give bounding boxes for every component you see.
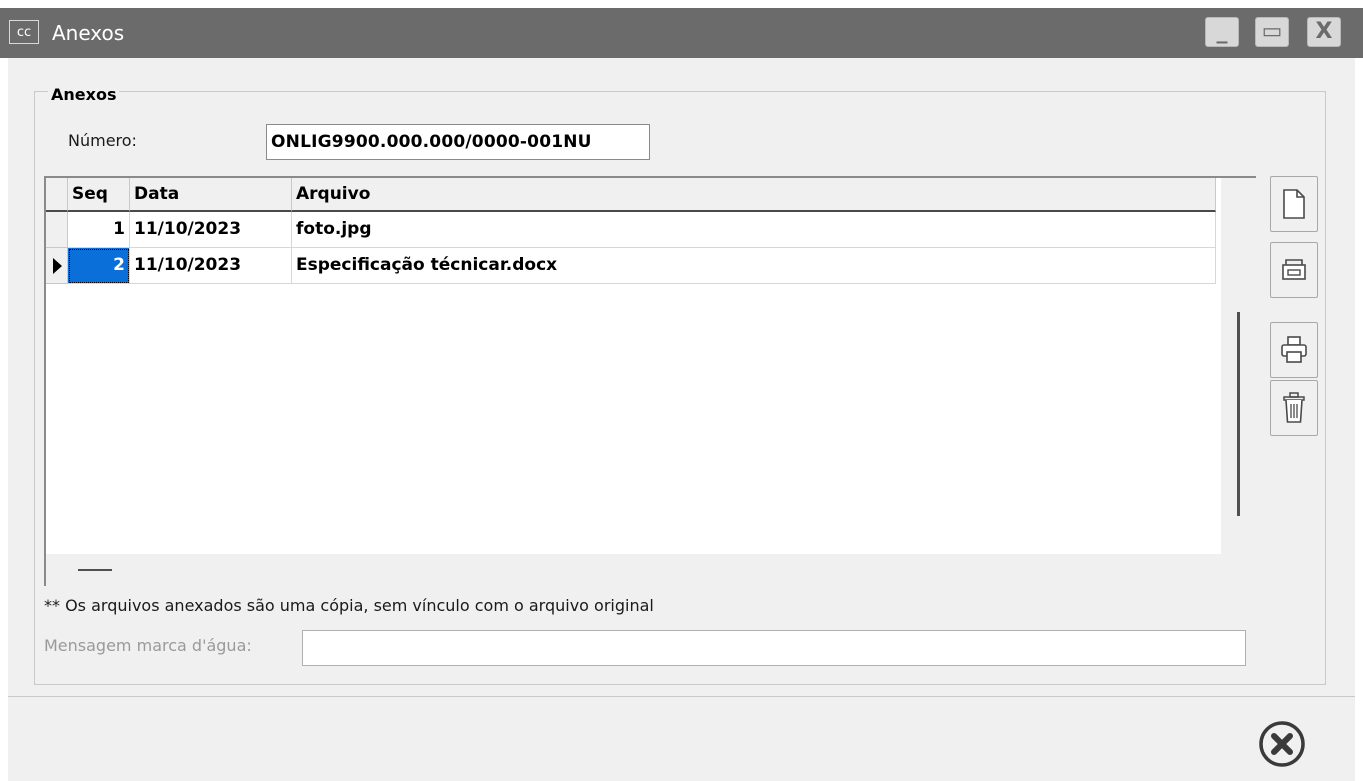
delete-button[interactable]: [1270, 380, 1318, 436]
table-row-data[interactable]: 11/10/2023: [130, 212, 292, 248]
column-header-arquivo[interactable]: Arquivo: [292, 178, 1216, 212]
scan-button[interactable]: [1270, 242, 1318, 298]
column-header-seq[interactable]: Seq: [68, 178, 130, 212]
table-row-data[interactable]: 11/10/2023: [130, 248, 292, 284]
current-row-arrow-icon: [53, 258, 62, 274]
maximize-icon: ▭: [1261, 19, 1283, 44]
print-button[interactable]: [1270, 322, 1318, 378]
new-document-icon: [1283, 189, 1305, 219]
row-indicator[interactable]: [46, 212, 68, 248]
watermark-label: Mensagem marca d'água:: [44, 636, 252, 655]
title-bar[interactable]: cc Anexos _ ▭ X: [0, 8, 1363, 58]
print-icon: [1281, 336, 1307, 363]
table-row-seq[interactable]: 1: [68, 212, 130, 248]
close-dialog-button[interactable]: [1256, 718, 1308, 770]
footnote-text: ** Os arquivos anexados são uma cópia, s…: [44, 596, 654, 615]
minimize-icon: _: [1216, 19, 1228, 44]
grid-header-indicator: [46, 178, 68, 212]
maximize-button[interactable]: ▭: [1255, 17, 1289, 47]
minimize-button[interactable]: _: [1205, 17, 1239, 47]
column-header-data[interactable]: Data: [130, 178, 292, 212]
group-title: Anexos: [48, 85, 120, 104]
table-row-arquivo[interactable]: Especificação técnicar.docx: [292, 248, 1216, 284]
table-row-arquivo[interactable]: foto.jpg: [292, 212, 1216, 248]
close-circle-icon: [1259, 721, 1305, 767]
anexos-window: cc Anexos _ ▭ X Anexos Número: ONLIG9900…: [0, 0, 1363, 781]
row-indicator-current[interactable]: [46, 248, 68, 284]
numero-field[interactable]: ONLIG9900.000.000/0000-001NU: [266, 124, 650, 160]
scanner-icon: [1282, 259, 1306, 280]
attachments-grid[interactable]: Seq Data Arquivo 1 11/10/2023 foto.jpg 2…: [44, 176, 1256, 586]
numero-label: Número:: [68, 131, 137, 150]
dialog-client-area: Anexos Número: ONLIG9900.000.000/0000-00…: [8, 58, 1355, 781]
grid-body: Seq Data Arquivo 1 11/10/2023 foto.jpg 2…: [46, 178, 1240, 554]
footer-divider: [8, 696, 1355, 697]
trash-icon: [1283, 392, 1305, 423]
close-window-button[interactable]: X: [1307, 17, 1341, 47]
window-title: Anexos: [52, 21, 125, 45]
close-icon: X: [1315, 19, 1333, 44]
table-row-seq-selected[interactable]: 2: [68, 248, 130, 284]
watermark-input[interactable]: [302, 630, 1246, 666]
vertical-scrollbar[interactable]: [1237, 312, 1240, 516]
app-icon: cc: [9, 20, 39, 44]
new-attachment-button[interactable]: [1270, 176, 1318, 232]
horizontal-scrollbar[interactable]: [78, 569, 112, 571]
